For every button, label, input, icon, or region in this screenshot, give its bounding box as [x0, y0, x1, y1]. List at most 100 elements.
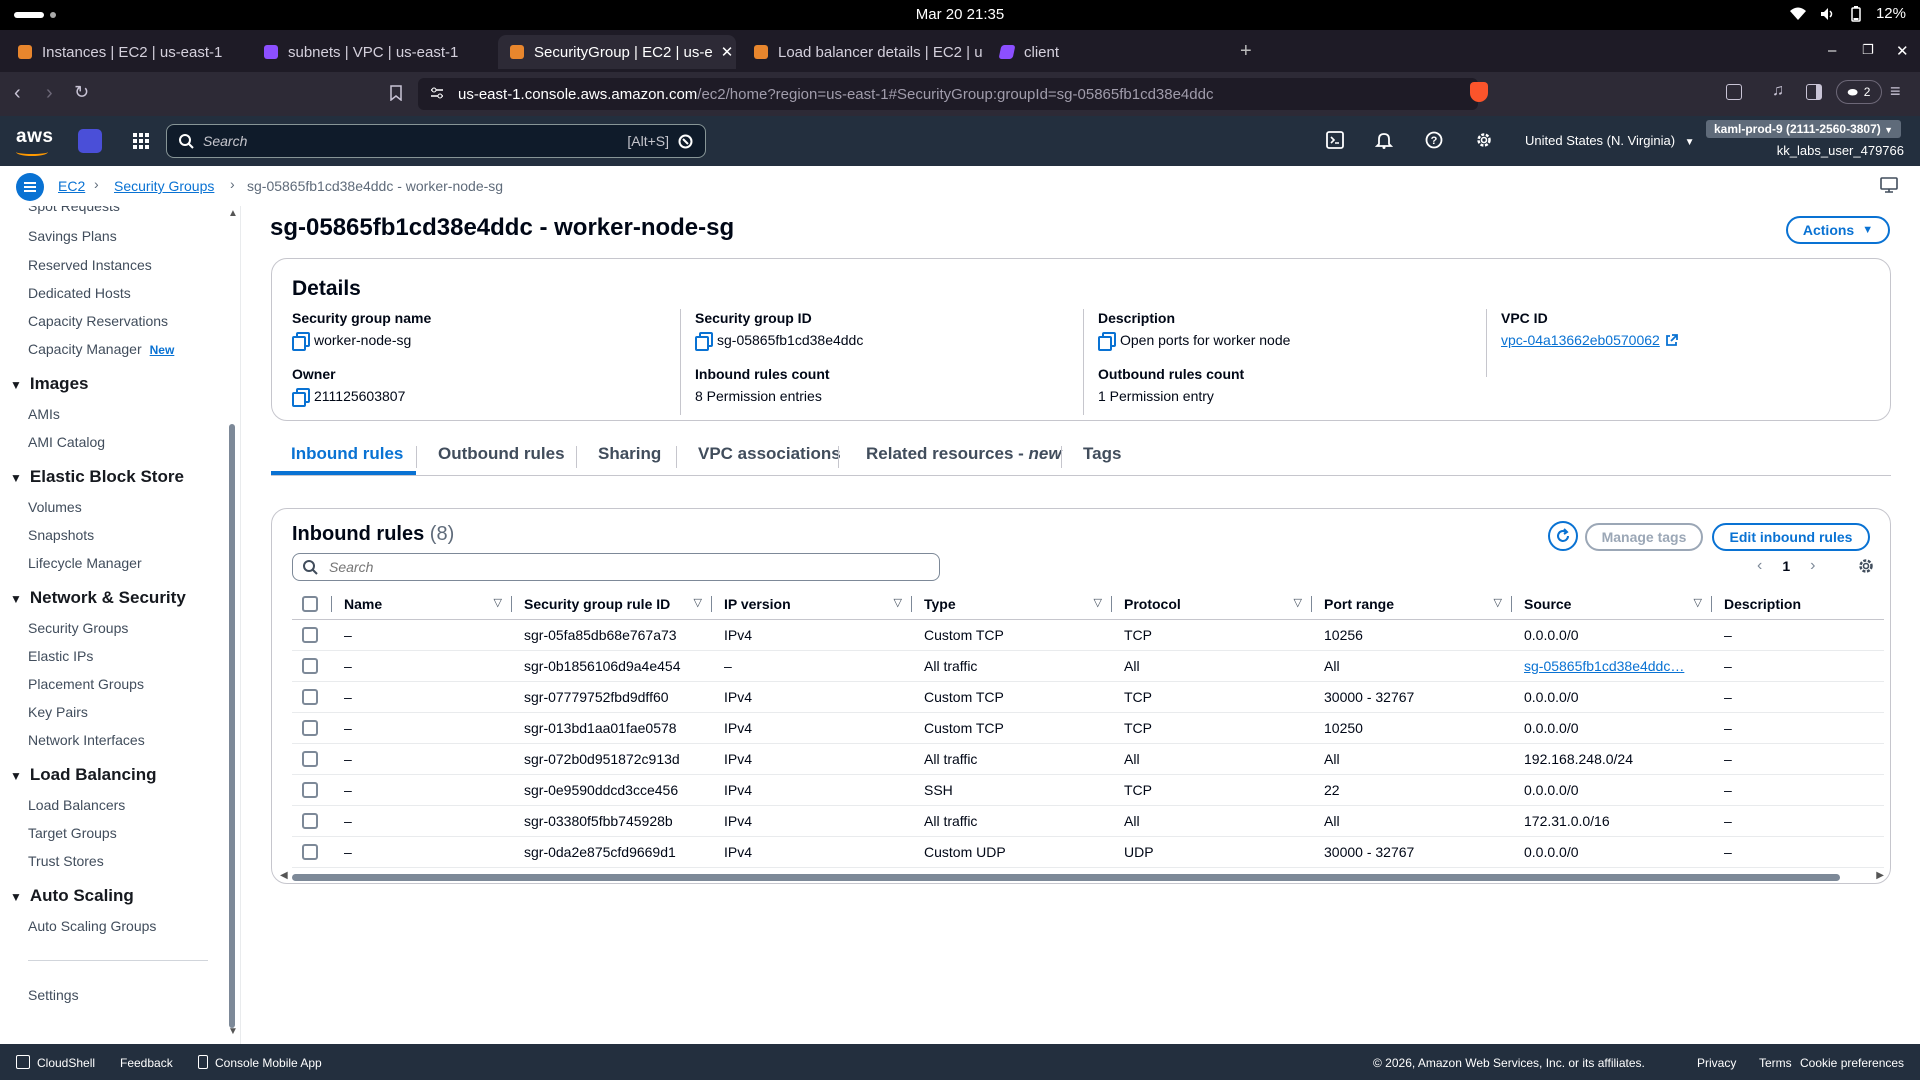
sidebar-item-load-balancers[interactable]: Load Balancers: [28, 797, 125, 813]
breadcrumb-security-groups-link[interactable]: Security Groups: [114, 178, 214, 194]
scroll-down-arrow-icon[interactable]: ▼: [228, 1026, 238, 1037]
tab-outbound-rules[interactable]: Outbound rules: [438, 444, 565, 464]
close-window-button[interactable]: ✕: [1896, 42, 1909, 60]
sidebar-item-dedicated-hosts[interactable]: Dedicated Hosts: [28, 285, 131, 301]
table-row[interactable]: – sgr-0da2e875cfd9669d1 IPv4 Custom UDP UDP 3…: [292, 836, 1884, 868]
browser-tab[interactable]: client: [988, 35, 1228, 69]
help-icon[interactable]: ?: [1425, 131, 1443, 149]
back-button[interactable]: ‹: [14, 82, 21, 105]
previous-page-icon[interactable]: ‹: [1757, 557, 1762, 575]
row-checkbox[interactable]: [302, 782, 318, 799]
side-nav-toggle-button[interactable]: [16, 173, 44, 201]
sidebar-item-spot-requests[interactable]: Spot Requests: [28, 206, 120, 214]
sidebar-scrollbar[interactable]: [229, 424, 235, 1028]
row-checkbox[interactable]: [302, 720, 318, 737]
tab-related-resources[interactable]: Related resources - new: [866, 444, 1062, 464]
sort-caret-icon[interactable]: ▽: [694, 596, 702, 609]
copy-icon[interactable]: [292, 332, 310, 351]
table-row[interactable]: – sgr-05fa85db68e767a73 IPv4 Custom TCP TCP 1…: [292, 619, 1884, 651]
aws-logo[interactable]: aws: [16, 126, 53, 156]
media-icon[interactable]: ♫: [1772, 82, 1784, 100]
maximize-window-button[interactable]: ❐: [1862, 42, 1874, 58]
footer-cloudshell-link[interactable]: CloudShell: [37, 1056, 95, 1070]
browser-menu-icon[interactable]: ≡: [1890, 81, 1901, 102]
breadcrumb-ec2-link[interactable]: EC2: [58, 178, 85, 194]
sort-caret-icon[interactable]: ▽: [1294, 596, 1302, 609]
sidebar-item-placement-groups[interactable]: Placement Groups: [28, 676, 144, 692]
row-checkbox[interactable]: [302, 627, 318, 644]
tab-inbound-rules[interactable]: Inbound rules: [291, 444, 403, 464]
sidebar-item-reserved-instances[interactable]: Reserved Instances: [28, 257, 152, 273]
scroll-up-arrow-icon[interactable]: ▲: [228, 208, 238, 219]
sort-caret-icon[interactable]: ▽: [1094, 596, 1102, 609]
copy-icon[interactable]: [695, 332, 713, 351]
external-link-icon[interactable]: [1665, 333, 1678, 347]
sidebar-item-ami-catalog[interactable]: AMI Catalog: [28, 434, 105, 450]
unified-search-input[interactable]: Search [Alt+S]: [166, 124, 706, 158]
sort-caret-icon[interactable]: ▽: [494, 596, 502, 609]
sidebar-item-target-groups[interactable]: Target Groups: [28, 825, 117, 841]
table-row[interactable]: – sgr-072b0d951872c913d IPv4 All traffic All…: [292, 743, 1884, 775]
tab-manager-icon[interactable]: [1726, 84, 1742, 100]
sidebar-item-lifecycle-manager[interactable]: Lifecycle Manager: [28, 555, 142, 571]
brave-shields-icon[interactable]: [1470, 82, 1488, 102]
table-row[interactable]: – sgr-07779752fbd9dff60 IPv4 Custom TCP TCP 3…: [292, 681, 1884, 713]
row-checkbox[interactable]: [302, 689, 318, 706]
table-row[interactable]: – sgr-0b1856106d9a4e454– All traffic All All…: [292, 650, 1884, 682]
sidebar-item-network-interfaces[interactable]: Network Interfaces: [28, 732, 145, 748]
footer-privacy-link[interactable]: Privacy: [1697, 1056, 1736, 1070]
row-checkbox[interactable]: [302, 751, 318, 768]
column-header-type[interactable]: Type ▽: [912, 589, 1112, 620]
footer-mobile-app-link[interactable]: Console Mobile App: [215, 1056, 322, 1070]
settings-gear-icon[interactable]: [1475, 131, 1493, 149]
sidebar-item-key-pairs[interactable]: Key Pairs: [28, 704, 88, 720]
column-header-source[interactable]: Source ▽: [1512, 589, 1712, 620]
sort-caret-icon[interactable]: ▽: [894, 596, 902, 609]
sidebar-item-auto-scaling-groups[interactable]: Auto Scaling Groups: [28, 918, 156, 934]
table-row[interactable]: – sgr-0e9590ddcd3cce456 IPv4 SSH TCP 22 0.0.0.…: [292, 774, 1884, 806]
extensions-button[interactable]: ⬬ 2: [1836, 80, 1882, 104]
clear-search-icon[interactable]: [678, 134, 693, 149]
sidebar-item-settings[interactable]: Settings: [28, 987, 79, 1003]
sidebar-item-elastic-ips[interactable]: Elastic IPs: [28, 648, 93, 664]
sort-caret-icon[interactable]: ▽: [1494, 596, 1502, 609]
feedback-panel-icon[interactable]: [1880, 176, 1898, 194]
table-row[interactable]: – sgr-013bd1aa01fae0578 IPv4 Custom TCP TCP 1…: [292, 712, 1884, 744]
new-tab-button[interactable]: +: [1240, 40, 1252, 63]
next-page-icon[interactable]: ›: [1810, 557, 1815, 575]
browser-tab[interactable]: subnets | VPC | us-east-1: [252, 35, 492, 69]
sidebar-item-volumes[interactable]: Volumes: [28, 499, 82, 515]
tab-sharing[interactable]: Sharing: [598, 444, 661, 464]
sidebar-section-images[interactable]: ▼ Images: [10, 374, 88, 394]
horizontal-scroll-thumb[interactable]: [292, 874, 1840, 881]
column-header-name[interactable]: Name ▽: [332, 589, 512, 620]
sidebar-item-trust-stores[interactable]: Trust Stores: [28, 853, 104, 869]
browser-tab[interactable]: Load balancer details | EC2 | u: [742, 35, 982, 69]
footer-cookie-preferences-link[interactable]: Cookie preferences: [1800, 1056, 1904, 1070]
refresh-button[interactable]: [1548, 521, 1578, 551]
edit-inbound-rules-button[interactable]: Edit inbound rules: [1712, 523, 1870, 551]
minimize-window-button[interactable]: –: [1828, 42, 1836, 59]
manage-tags-button[interactable]: Manage tags: [1585, 523, 1703, 551]
footer-terms-link[interactable]: Terms: [1759, 1056, 1792, 1070]
browser-tab-active[interactable]: SecurityGroup | EC2 | us-e ✕: [498, 35, 736, 69]
sidebar-section-ebs[interactable]: ▼ Elastic Block Store: [10, 467, 184, 487]
reload-button[interactable]: ↻: [74, 82, 89, 103]
region-selector[interactable]: United States (N. Virginia) ▼: [1525, 133, 1695, 148]
site-settings-icon[interactable]: [430, 86, 444, 100]
table-row[interactable]: – sgr-03380f5fbb745928b IPv4 All traffic All…: [292, 805, 1884, 837]
select-all-checkbox[interactable]: [302, 596, 318, 613]
column-header-ip-version[interactable]: IP version ▽: [712, 589, 912, 620]
actions-button[interactable]: Actions ▼: [1786, 216, 1890, 244]
column-header-protocol[interactable]: Protocol ▽: [1112, 589, 1312, 620]
bookmark-icon[interactable]: [390, 85, 402, 101]
account-menu[interactable]: kaml-prod-9 (2111-2560-3807) ▼: [1706, 120, 1902, 138]
forward-button[interactable]: ›: [46, 82, 53, 105]
system-tray[interactable]: 12%: [1789, 5, 1906, 22]
sidebar-section-load-balancing[interactable]: ▼ Load Balancing: [10, 765, 156, 785]
system-clock[interactable]: Mar 20 21:35: [0, 6, 1920, 23]
sidebar-item-capacity-reservations[interactable]: Capacity Reservations: [28, 313, 168, 329]
account-username[interactable]: kk_labs_user_479766: [1777, 143, 1904, 158]
column-header-description[interactable]: Description: [1712, 589, 1884, 620]
service-shortcut-icon[interactable]: [78, 129, 102, 153]
